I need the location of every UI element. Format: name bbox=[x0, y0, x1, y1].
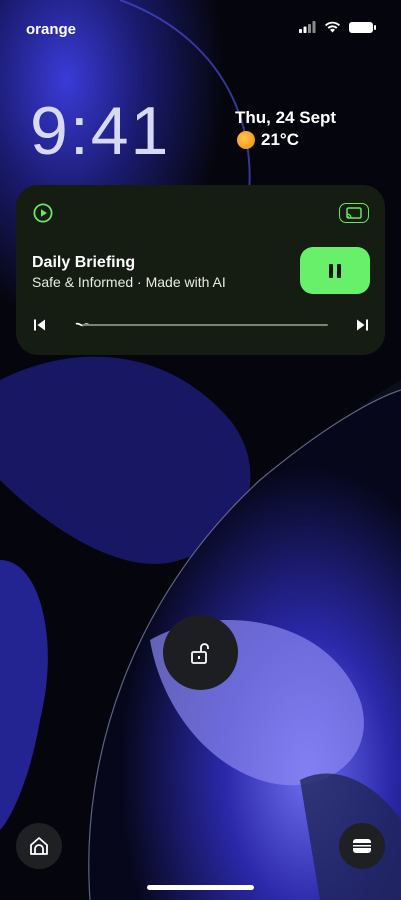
cast-button[interactable] bbox=[339, 203, 369, 223]
media-player-card[interactable]: Daily Briefing Safe & Informed · Made wi… bbox=[16, 185, 385, 355]
pause-button[interactable] bbox=[300, 247, 370, 294]
carrier-name: orange bbox=[26, 21, 77, 38]
wallet-icon bbox=[353, 839, 371, 853]
playback-progress[interactable] bbox=[70, 322, 328, 327]
pause-icon bbox=[329, 263, 333, 278]
skip-next-icon[interactable] bbox=[354, 317, 370, 333]
skip-previous-icon[interactable] bbox=[32, 317, 48, 333]
play-circle-icon[interactable] bbox=[33, 203, 53, 223]
status-icons bbox=[299, 21, 376, 33]
weather-widget[interactable]: 21°C bbox=[237, 130, 299, 150]
home-indicator[interactable] bbox=[147, 885, 254, 890]
signal-icon bbox=[299, 21, 316, 33]
cast-icon bbox=[346, 207, 362, 219]
track-subtitle: Safe & Informed · Made with AI bbox=[32, 274, 226, 290]
sun-icon bbox=[237, 131, 255, 149]
battery-icon bbox=[349, 21, 376, 33]
wallet-shortcut-button[interactable] bbox=[339, 823, 385, 869]
unlock-icon bbox=[190, 642, 209, 664]
progress-track bbox=[82, 324, 328, 326]
status-bar: orange bbox=[0, 0, 401, 56]
lockscreen-clock: 9:41 bbox=[30, 93, 171, 169]
weather-temperature: 21°C bbox=[261, 130, 299, 149]
unlock-button[interactable] bbox=[163, 615, 238, 690]
track-title: Daily Briefing bbox=[32, 254, 136, 271]
lockscreen-date: Thu, 24 Sept bbox=[235, 108, 337, 127]
wifi-icon bbox=[325, 21, 340, 33]
home-icon bbox=[30, 837, 48, 855]
home-shortcut-button[interactable] bbox=[16, 823, 62, 869]
